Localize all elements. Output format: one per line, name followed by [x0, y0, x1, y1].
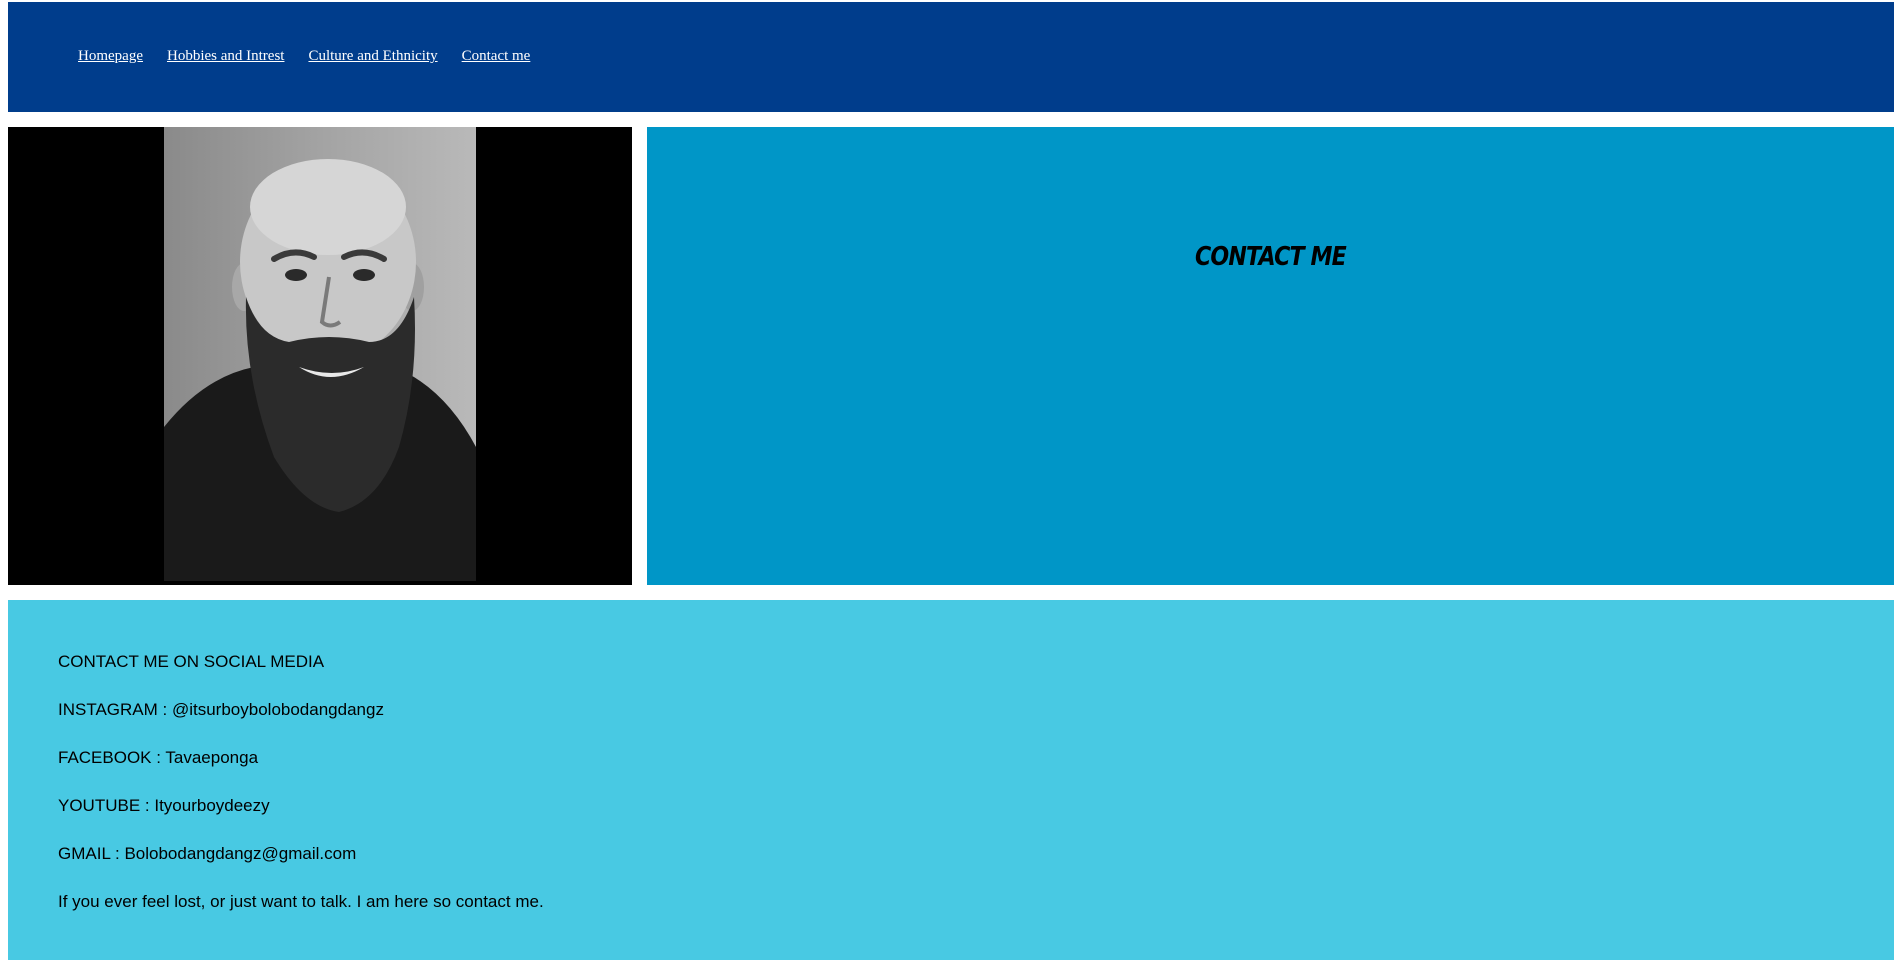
contact-instagram: INSTAGRAM : @itsurboybolobodangdangz: [58, 700, 384, 719]
contact-message: If you ever feel lost, or just want to t…: [58, 892, 544, 911]
contact-panel: CONTACT ME ON SOCIAL MEDIA INSTAGRAM : @…: [8, 600, 1894, 960]
contact-youtube: YOUTUBE : Ityourboydeezy: [58, 796, 270, 815]
page: Homepage Hobbies and Intrest Culture and…: [0, 0, 1894, 960]
page-heading: CONTACT ME: [1195, 242, 1347, 273]
photo-panel: [8, 127, 632, 585]
portrait-illustration: [164, 159, 476, 581]
heading-panel: CONTACT ME: [647, 127, 1894, 585]
navbar: Homepage Hobbies and Intrest Culture and…: [8, 2, 1894, 112]
portrait-photo: [164, 127, 476, 581]
nav-link-culture[interactable]: Culture and Ethnicity: [308, 48, 437, 65]
contact-facebook: FACEBOOK : Tavaeponga: [58, 748, 259, 767]
contact-title: CONTACT ME ON SOCIAL MEDIA: [58, 652, 325, 671]
nav-links: Homepage Hobbies and Intrest Culture and…: [78, 48, 530, 65]
nav-link-hobbies[interactable]: Hobbies and Intrest: [167, 48, 284, 65]
contact-gmail: GMAIL : Bolobodangdangz@gmail.com: [58, 844, 357, 863]
contact-info: CONTACT ME ON SOCIAL MEDIA INSTAGRAM : @…: [58, 652, 544, 940]
nav-link-contact[interactable]: Contact me: [462, 48, 531, 65]
nav-link-homepage[interactable]: Homepage: [78, 48, 143, 65]
